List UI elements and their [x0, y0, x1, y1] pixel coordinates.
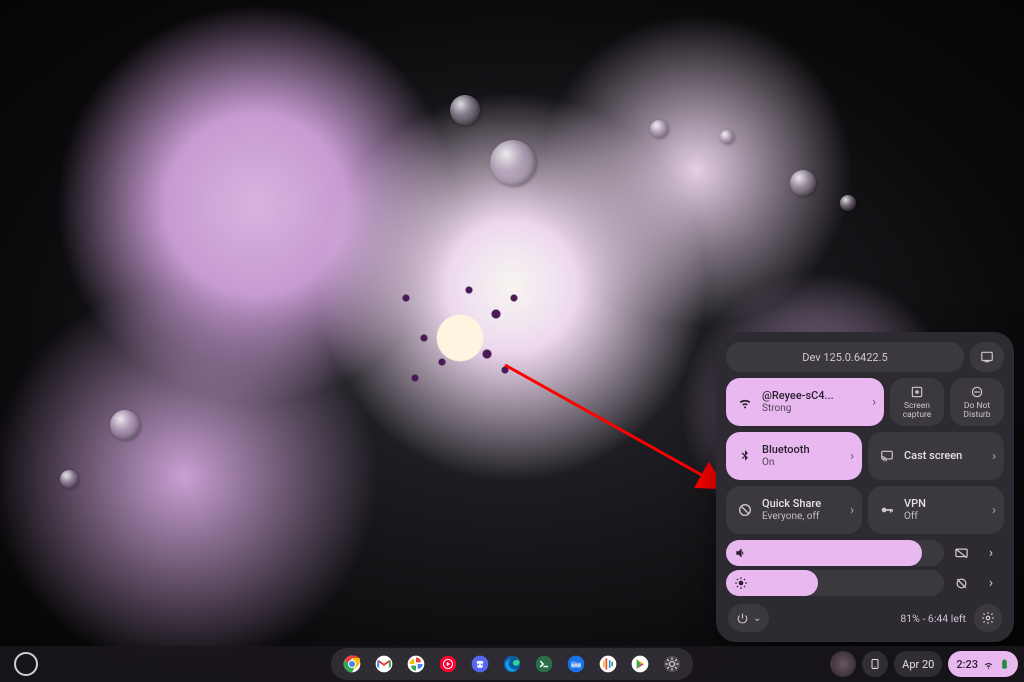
quick-share-tile[interactable]: Quick Share Everyone, off ›: [726, 486, 862, 534]
brightness-slider[interactable]: [726, 570, 944, 596]
chevron-right-icon: ›: [989, 545, 993, 561]
bluetooth-label: Bluetooth: [762, 444, 846, 457]
chevron-right-icon: ›: [988, 503, 996, 518]
chevron-down-icon: ⌄: [753, 613, 761, 624]
status-tray-button[interactable]: 2:23: [948, 651, 1018, 677]
app-photos[interactable]: [403, 651, 429, 677]
settings-button[interactable]: [974, 604, 1002, 632]
cast-label: Cast screen: [904, 450, 988, 463]
chevron-right-icon: ›: [846, 503, 854, 518]
date-label: Apr 20: [902, 658, 934, 671]
do-not-disturb-icon: [969, 384, 985, 400]
battery-status-label: 81% - 6:44 left: [900, 612, 966, 625]
chevron-right-icon: ›: [989, 575, 993, 591]
app-files[interactable]: [563, 651, 589, 677]
wifi-icon: [982, 659, 995, 670]
quick-share-label: Quick Share: [762, 498, 846, 511]
bluetooth-icon: [736, 448, 754, 464]
display-settings-button[interactable]: ›: [978, 570, 1004, 596]
bluetooth-tile[interactable]: Bluetooth On ›: [726, 432, 862, 480]
shelf-app-tray: [331, 648, 693, 680]
brightness-icon: [734, 576, 748, 590]
battery-icon: [999, 657, 1010, 671]
audio-output-button[interactable]: [948, 540, 974, 566]
app-edge[interactable]: [499, 651, 525, 677]
managed-icon: [980, 350, 994, 364]
screen-capture-icon: [909, 384, 925, 400]
chevron-right-icon: ›: [868, 395, 876, 410]
app-podcasts[interactable]: [595, 651, 621, 677]
launcher-button[interactable]: [14, 652, 38, 676]
night-light-button[interactable]: [948, 570, 974, 596]
wifi-name-label: @Reyee-sC4...: [762, 390, 868, 403]
quick-settings-panel: Dev 125.0.6422.5 @Reyee-sC4... Strong › …: [716, 332, 1014, 642]
dnd-label: Do Not Disturb: [950, 402, 1004, 420]
audio-output-icon: [954, 546, 969, 561]
phone-icon: [869, 656, 881, 672]
vpn-tile[interactable]: VPN Off ›: [868, 486, 1004, 534]
chevron-right-icon: ›: [846, 449, 854, 464]
chevron-right-icon: ›: [988, 449, 996, 464]
bluetooth-status-label: On: [762, 457, 846, 469]
app-yt-music[interactable]: [435, 651, 461, 677]
app-settings[interactable]: [659, 651, 685, 677]
app-gmail[interactable]: [371, 651, 397, 677]
screen-capture-tile[interactable]: Screen capture: [890, 378, 944, 426]
date-chip[interactable]: Apr 20: [894, 651, 942, 677]
os-version-chip[interactable]: Dev 125.0.6422.5: [726, 342, 964, 372]
power-icon: [736, 612, 749, 625]
os-version-label: Dev 125.0.6422.5: [802, 351, 887, 364]
app-chrome[interactable]: [339, 651, 365, 677]
wifi-strength-label: Strong: [762, 403, 868, 415]
wifi-icon: [736, 394, 754, 410]
managed-device-button[interactable]: [970, 342, 1004, 372]
night-light-icon: [954, 576, 969, 591]
shelf: Apr 20 2:23: [0, 646, 1024, 682]
vpn-label: VPN: [904, 498, 988, 511]
app-discord[interactable]: [467, 651, 493, 677]
screen-capture-label: Screen capture: [890, 402, 944, 420]
quick-share-status-label: Everyone, off: [762, 511, 846, 523]
cast-icon: [878, 449, 896, 463]
app-terminal[interactable]: [531, 651, 557, 677]
power-menu-button[interactable]: ⌄: [728, 604, 769, 632]
wifi-tile[interactable]: @Reyee-sC4... Strong ›: [726, 378, 884, 426]
avatar-button[interactable]: [830, 651, 856, 677]
volume-slider[interactable]: [726, 540, 944, 566]
vpn-status-label: Off: [904, 511, 988, 523]
phone-hub-button[interactable]: [862, 651, 888, 677]
gear-icon: [981, 611, 995, 625]
status-area: Apr 20 2:23: [830, 651, 1018, 677]
time-label: 2:23: [956, 658, 978, 671]
volume-icon: [734, 546, 748, 560]
app-play-store[interactable]: [627, 651, 653, 677]
dnd-tile[interactable]: Do Not Disturb: [950, 378, 1004, 426]
vpn-icon: [878, 503, 896, 517]
quick-share-icon: [736, 502, 754, 518]
cast-tile[interactable]: Cast screen ›: [868, 432, 1004, 480]
audio-settings-button[interactable]: ›: [978, 540, 1004, 566]
